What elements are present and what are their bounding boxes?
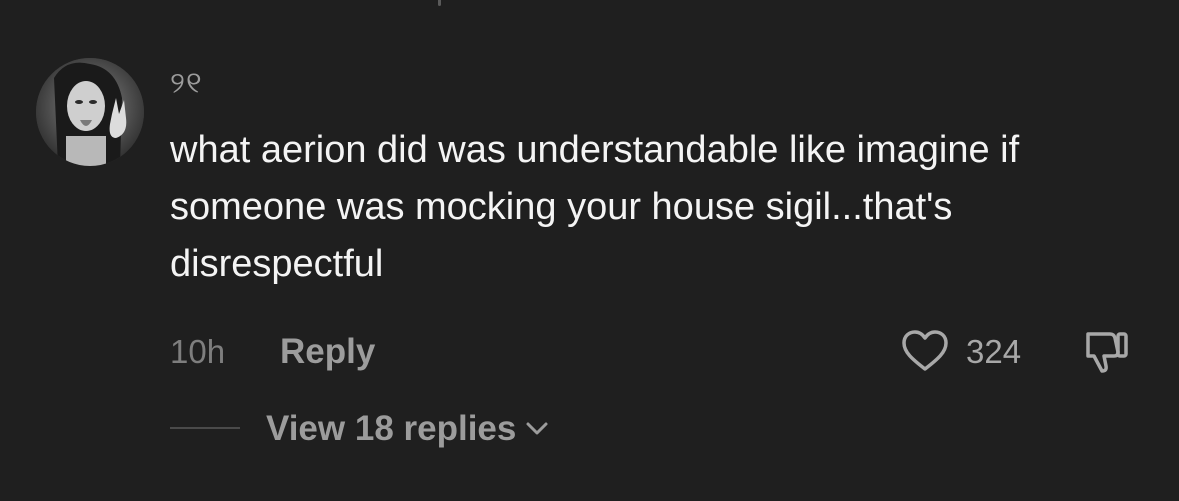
username[interactable]: ୨୧ [170, 64, 1150, 104]
previous-item-edge [438, 0, 441, 6]
replies-toggle-row: View 18 replies [170, 406, 770, 452]
comment-text: what aerion did was understandable like … [170, 129, 1020, 285]
chevron-down-icon [524, 420, 550, 443]
comment-body: ୨୧ what aerion did was understandable li… [170, 64, 1150, 293]
thumbs-down-icon[interactable] [1080, 328, 1132, 374]
reply-button[interactable]: Reply [280, 332, 375, 372]
view-replies-button[interactable]: View 18 replies [266, 408, 550, 450]
timestamp: 10h [170, 333, 226, 370]
divider [170, 427, 240, 429]
view-replies-label: View 18 replies [266, 409, 517, 448]
like-count: 324 [966, 333, 1022, 370]
avatar[interactable] [36, 58, 144, 166]
heart-outline-icon[interactable] [900, 328, 950, 374]
comment-actions: 10h Reply 324 [170, 330, 1140, 376]
